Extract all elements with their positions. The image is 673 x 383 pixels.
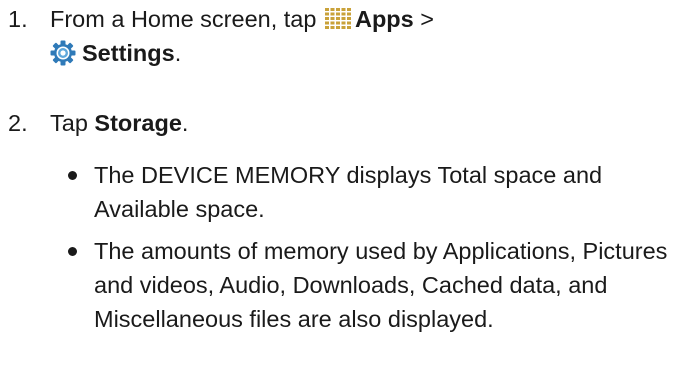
step-text-end: . bbox=[181, 110, 189, 136]
bullet-text: The DEVICE MEMORY displays Total space a… bbox=[94, 162, 603, 222]
settings-label: Settings bbox=[82, 40, 175, 66]
apps-grid-icon bbox=[324, 5, 351, 29]
gear-icon bbox=[50, 40, 76, 66]
step-text: Tap bbox=[50, 110, 95, 136]
bullet-text: The amounts of memory used by Applicatio… bbox=[94, 238, 668, 332]
step-number: 1. bbox=[8, 6, 28, 32]
instructions-document: 1. From a Home screen, tap Apps > Settin… bbox=[0, 0, 673, 383]
step-number: 2. bbox=[8, 110, 28, 136]
storage-label: Storage bbox=[94, 110, 182, 136]
step-body: Tap Storage. bbox=[50, 106, 665, 140]
step-text-end: . bbox=[174, 40, 182, 66]
apps-label: Apps bbox=[354, 6, 414, 32]
step-text: From a Home screen, tap bbox=[50, 6, 323, 32]
step-body: From a Home screen, tap Apps > Settings. bbox=[50, 2, 665, 70]
bullet-dot bbox=[68, 247, 77, 256]
separator: > bbox=[413, 6, 434, 32]
bullet-dot bbox=[68, 171, 77, 180]
